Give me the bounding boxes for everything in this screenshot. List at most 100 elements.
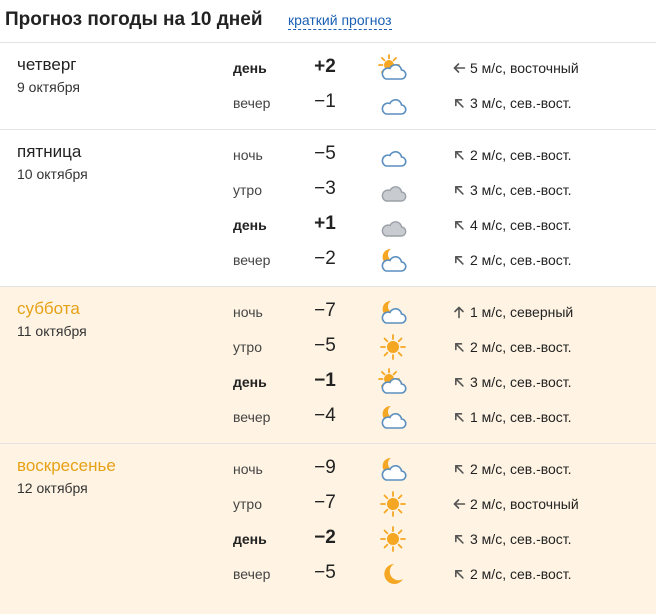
- forecast-header: Прогноз погоды на 10 дней краткий прогно…: [0, 0, 656, 42]
- cloud-icon: [378, 141, 408, 169]
- wind-info: 3 м/с, сев.-вост.: [452, 95, 572, 111]
- temperature: −2: [314, 527, 336, 548]
- temperature: +1: [314, 213, 336, 234]
- wind-info: 3 м/с, сев.-вост.: [452, 182, 572, 198]
- wind-arrow-icon: [452, 305, 466, 319]
- wind-info: 2 м/с, восточный: [452, 496, 579, 512]
- period-label: ночь: [233, 147, 263, 163]
- wind-info: 2 м/с, сев.-вост.: [452, 461, 572, 477]
- wind-arrow-icon: [452, 218, 466, 232]
- forecast-row: утро −5 2 м/с, сев.-вост.: [0, 330, 656, 365]
- period-label: утро: [233, 496, 262, 512]
- forecast-row: ночь −7 1 м/с, северный: [0, 295, 656, 330]
- wind-arrow-icon: [452, 96, 466, 110]
- wind-info: 3 м/с, сев.-вост.: [452, 374, 572, 390]
- day-block: четверг 9 октября день +2 5 м/с, восточный ве…: [0, 42, 656, 129]
- period-label: утро: [233, 182, 262, 198]
- sun-behind-cloud-icon: [378, 54, 408, 82]
- period-label: день: [233, 60, 267, 76]
- forecast-row: ночь −5 2 м/с, сев.-вост.: [0, 138, 656, 173]
- wind-info: 4 м/с, сев.-вост.: [452, 217, 572, 233]
- temperature: −7: [314, 300, 336, 321]
- wind-arrow-icon: [452, 375, 466, 389]
- short-forecast-link[interactable]: краткий прогноз: [288, 12, 392, 30]
- wind-arrow-icon: [452, 567, 466, 581]
- forecast-row: утро −7 2 м/с, восточный: [0, 487, 656, 522]
- wind-info: 1 м/с, сев.-вост.: [452, 409, 572, 425]
- wind-info: 1 м/с, северный: [452, 304, 573, 320]
- wind-text: 2 м/с, сев.-вост.: [470, 339, 572, 355]
- wind-text: 3 м/с, сев.-вост.: [470, 531, 572, 547]
- overcast-cloud-icon: [378, 176, 408, 204]
- temperature: +2: [314, 56, 336, 77]
- wind-info: 5 м/с, восточный: [452, 60, 579, 76]
- period-label: вечер: [233, 566, 271, 582]
- wind-info: 3 м/с, сев.-вост.: [452, 531, 572, 547]
- wind-text: 1 м/с, северный: [470, 304, 574, 320]
- forecast-row: день +2 5 м/с, восточный: [0, 51, 656, 86]
- wind-text: 2 м/с, восточный: [470, 496, 579, 512]
- wind-text: 2 м/с, сев.-вост.: [470, 566, 572, 582]
- moon-behind-cloud-icon: [378, 246, 408, 274]
- sun-icon: [378, 490, 408, 518]
- forecast-row: вечер −1 3 м/с, сев.-вост.: [0, 86, 656, 121]
- temperature: −5: [314, 143, 336, 164]
- sun-icon: [378, 333, 408, 361]
- wind-text: 2 м/с, сев.-вост.: [470, 252, 572, 268]
- wind-arrow-icon: [452, 148, 466, 162]
- wind-text: 4 м/с, сев.-вост.: [470, 217, 572, 233]
- wind-arrow-icon: [452, 497, 466, 511]
- wind-info: 2 м/с, сев.-вост.: [452, 147, 572, 163]
- sun-behind-cloud-icon: [378, 368, 408, 396]
- period-label: вечер: [233, 95, 271, 111]
- temperature: −1: [314, 91, 336, 112]
- temperature: −7: [314, 492, 336, 513]
- period-label: день: [233, 217, 267, 233]
- temperature: −1: [314, 370, 336, 391]
- forecast-row: вечер −2 2 м/с, сев.-вост.: [0, 243, 656, 278]
- period-label: утро: [233, 339, 262, 355]
- temperature: −9: [314, 457, 336, 478]
- page-title: Прогноз погоды на 10 дней: [5, 9, 263, 30]
- temperature: −5: [314, 335, 336, 356]
- period-label: вечер: [233, 409, 271, 425]
- overcast-cloud-icon: [378, 211, 408, 239]
- temperature: −4: [314, 405, 336, 426]
- wind-arrow-icon: [452, 410, 466, 424]
- wind-info: 2 м/с, сев.-вост.: [452, 252, 572, 268]
- temperature: −2: [314, 248, 336, 269]
- wind-info: 2 м/с, сев.-вост.: [452, 339, 572, 355]
- wind-text: 2 м/с, сев.-вост.: [470, 461, 572, 477]
- forecast-row: день −2 3 м/с, сев.-вост.: [0, 522, 656, 557]
- period-label: ночь: [233, 304, 263, 320]
- period-label: день: [233, 374, 267, 390]
- cloud-icon: [378, 89, 408, 117]
- moon-behind-cloud-icon: [378, 455, 408, 483]
- day-block: суббота 11 октября ночь −7 1 м/с, северный ут…: [0, 286, 656, 443]
- temperature: −5: [314, 562, 336, 583]
- temperature: −3: [314, 178, 336, 199]
- wind-arrow-icon: [452, 61, 466, 75]
- wind-text: 2 м/с, сев.-вост.: [470, 147, 572, 163]
- forecast-row: вечер −5 2 м/с, сев.-вост.: [0, 557, 656, 592]
- wind-text: 3 м/с, сев.-вост.: [470, 182, 572, 198]
- day-block: пятница 10 октября ночь −5 2 м/с, сев.-вост.…: [0, 129, 656, 286]
- moon-behind-cloud-icon: [378, 403, 408, 431]
- wind-text: 5 м/с, восточный: [470, 60, 579, 76]
- period-label: вечер: [233, 252, 271, 268]
- wind-arrow-icon: [452, 462, 466, 476]
- period-label: ночь: [233, 461, 263, 477]
- day-block: воскресенье 12 октября ночь −9 2 м/с, сев.-в…: [0, 443, 656, 614]
- forecast-row: утро −3 3 м/с, сев.-вост.: [0, 173, 656, 208]
- moon-behind-cloud-icon: [378, 298, 408, 326]
- moon-icon: [378, 560, 408, 588]
- forecast-row: день +1 4 м/с, сев.-вост.: [0, 208, 656, 243]
- sun-icon: [378, 525, 408, 553]
- wind-arrow-icon: [452, 253, 466, 267]
- wind-text: 3 м/с, сев.-вост.: [470, 95, 572, 111]
- period-label: день: [233, 531, 267, 547]
- wind-text: 3 м/с, сев.-вост.: [470, 374, 572, 390]
- forecast-row: вечер −4 1 м/с, сев.-вост.: [0, 400, 656, 435]
- wind-text: 1 м/с, сев.-вост.: [470, 409, 572, 425]
- wind-arrow-icon: [452, 532, 466, 546]
